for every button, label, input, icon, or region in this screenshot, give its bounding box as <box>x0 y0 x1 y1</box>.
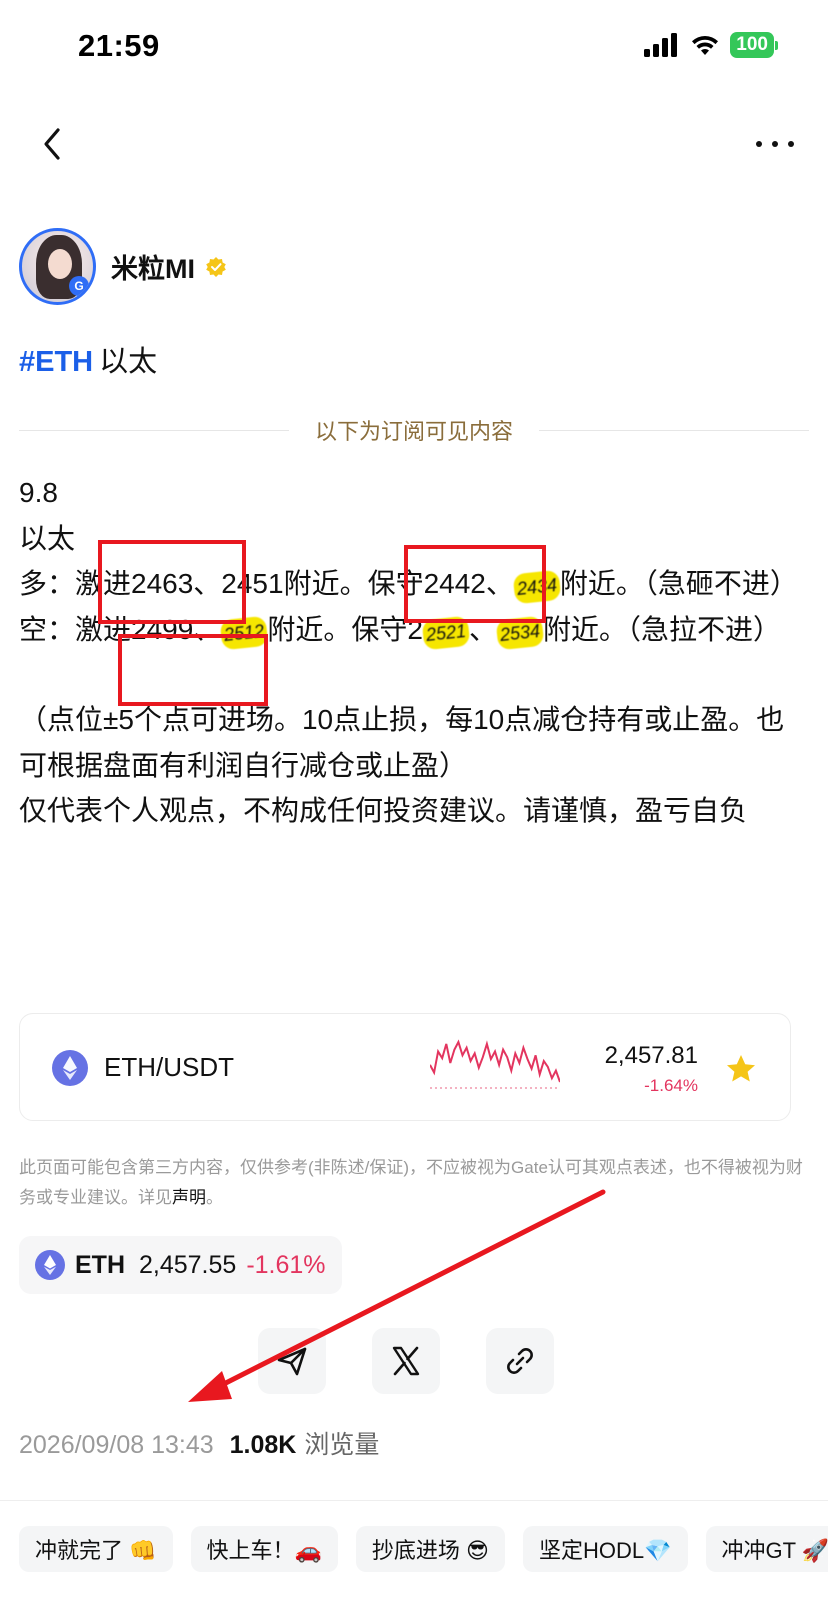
chip-price: 2,457.55 <box>139 1250 237 1279</box>
chip-change: -1.61% <box>246 1250 326 1279</box>
share-x-button[interactable] <box>372 1328 440 1394</box>
divider-line-right <box>539 429 810 431</box>
annotation-box <box>404 545 546 623</box>
views-label: 浏览量 <box>304 1431 380 1459</box>
back-chevron-icon[interactable] <box>34 122 74 166</box>
reaction-chip[interactable]: 冲冲GT 🚀 <box>705 1526 828 1572</box>
link-icon <box>507 1348 533 1374</box>
reaction-chip[interactable]: 坚定HODL💎 <box>522 1526 688 1572</box>
nav-bar <box>0 110 828 180</box>
ticker-pair: ETH/USDT <box>104 1052 234 1082</box>
reaction-chip[interactable]: 快上车！🚗 <box>190 1526 338 1572</box>
eth-coin-icon <box>52 1050 88 1086</box>
send-icon <box>277 1347 307 1376</box>
annotation-box <box>98 540 246 624</box>
wifi-icon <box>692 35 719 55</box>
hashtag-link[interactable]: #ETH <box>19 346 93 378</box>
subscriber-divider-label: 以下为订阅可见内容 <box>315 419 514 444</box>
avatar[interactable]: G <box>19 228 96 305</box>
more-options-icon[interactable] <box>752 126 798 162</box>
x-logo-icon <box>392 1346 420 1376</box>
post-title-text: 以太 <box>99 346 158 378</box>
post-title: #ETH 以太 <box>19 338 157 380</box>
post-timestamp: 2026/09/08 13:43 <box>19 1431 214 1459</box>
favorite-star-icon[interactable] <box>724 1052 758 1086</box>
long-strategy-text-2: 附近。（急砸不进） <box>559 568 798 599</box>
reaction-chip[interactable]: 抄底进场 😎 <box>355 1526 505 1572</box>
status-icons: 100 <box>644 32 778 58</box>
avatar-face-shape <box>48 249 72 279</box>
subscriber-divider: 以下为订阅可见内容 <box>19 414 810 446</box>
share-row <box>258 1328 554 1394</box>
coin-chip[interactable]: ETH 2,457.55 -1.61% <box>19 1236 342 1294</box>
author-name[interactable]: 米粒MI <box>111 247 195 286</box>
disclaimer-end: 。 <box>206 1188 223 1207</box>
divider-line-left <box>19 429 289 431</box>
disclaimer-note: 仅代表个人观点，不构成任何投资建议。请谨慎，盈亏自负 <box>19 795 748 826</box>
status-bar: 21:59 100 <box>0 0 828 96</box>
short-strategy-text-2: 附近。保守2 <box>267 613 423 645</box>
post-meta: 2026/09/08 13:43 1.08K 浏览量 <box>19 1425 379 1461</box>
avatar-badge: G <box>69 276 89 296</box>
statement-link[interactable]: 声明 <box>172 1188 206 1207</box>
eth-coin-icon <box>35 1250 65 1280</box>
verified-badge-icon <box>206 256 226 277</box>
price-sparkline <box>430 1039 560 1089</box>
copy-link-button[interactable] <box>486 1328 554 1394</box>
battery-nub <box>775 40 778 50</box>
post-date: 9.8 <box>19 477 58 508</box>
quick-reactions: 冲就完了 👊 快上车！🚗 抄底进场 😎 坚定HODL💎 冲冲GT 🚀 <box>19 1526 828 1572</box>
reactions-divider <box>0 1500 828 1501</box>
views-count: 1.08K <box>229 1431 297 1459</box>
share-telegram-button[interactable] <box>258 1328 326 1394</box>
ticker-change: -1.64% <box>644 1076 698 1095</box>
disclaimer-text: 此页面可能包含第三方内容，仅供参考(非陈述/保证)，不应被视为Gate认可其观点… <box>19 1158 803 1207</box>
ticker-card[interactable]: ETH/USDT 2,457.81 -1.64% <box>19 1013 791 1121</box>
author-header[interactable]: G 米粒MI <box>19 228 227 305</box>
short-strategy-text-3: 附近。（急拉不进） <box>543 613 782 645</box>
ticker-price: 2,457.81 <box>604 1042 698 1069</box>
cellular-signal-icon <box>644 33 678 57</box>
risk-note: （点位±5个点可进场。10点止损，每10点减仓持有或止盈。也可根据盘面有利润自行… <box>19 704 785 781</box>
status-time: 21:59 <box>78 28 160 63</box>
chip-symbol: ETH <box>75 1250 125 1279</box>
battery-level: 100 <box>730 32 774 58</box>
sparkline-path <box>430 1039 560 1083</box>
third-party-disclaimer: 此页面可能包含第三方内容，仅供参考(非陈述/保证)，不应被视为Gate认可其观点… <box>19 1153 809 1213</box>
annotation-box <box>118 634 268 706</box>
reaction-chip[interactable]: 冲就完了 👊 <box>19 1526 173 1572</box>
